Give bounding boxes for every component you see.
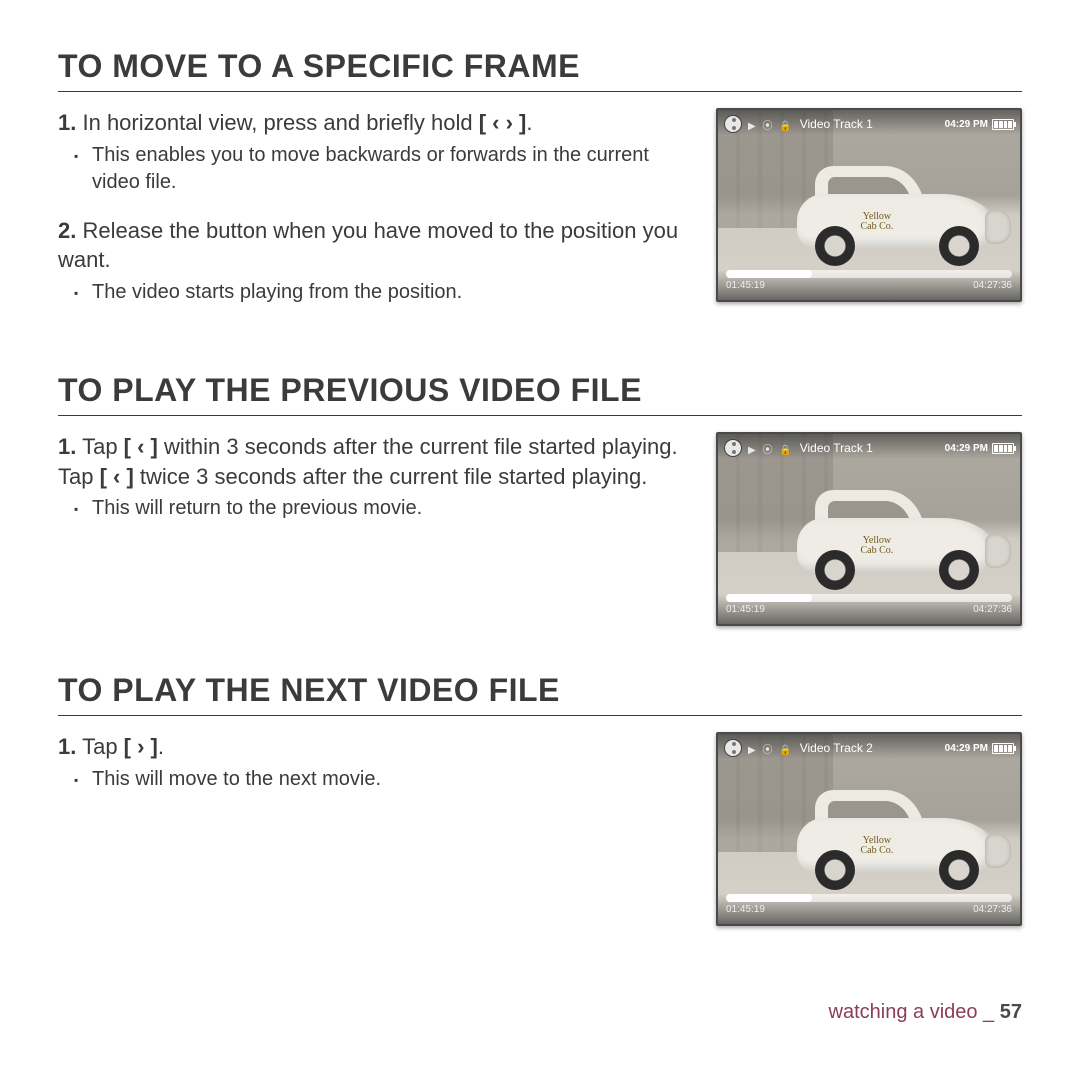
- heading-rule: [58, 415, 1022, 416]
- step-number: 1.: [58, 110, 76, 135]
- step-1: 1. Tap [ ‹ ] within 3 seconds after the …: [58, 432, 698, 491]
- heading-prev-video: TO PLAY THE PREVIOUS VIDEO FILE: [58, 372, 1022, 409]
- manual-page: TO MOVE TO A SPECIFIC FRAME 1. In horizo…: [0, 0, 1080, 1012]
- section-body: 1. Tap [ › ]. This will move to the next…: [58, 732, 1022, 926]
- page-footer: watching a video _ 57: [829, 1001, 1022, 1024]
- section-prev-video: TO PLAY THE PREVIOUS VIDEO FILE 1. Tap […: [58, 372, 1022, 626]
- button-glyph: [ ‹ ]: [124, 434, 158, 459]
- step-text-after: within 3 seconds after the current file …: [158, 434, 678, 459]
- clock-time: 04:29 PM: [945, 443, 988, 454]
- step-number: 2.: [58, 218, 76, 243]
- film-reel-icon: [724, 115, 742, 133]
- battery-icon: [992, 443, 1014, 454]
- step-text-line2: Tap: [58, 464, 100, 489]
- text-column: 1. In horizontal view, press and briefly…: [58, 108, 716, 326]
- screenshot-thumb: YellowCab Co. ▶ ⦿ 🔒 Video Track 1 04:29 …: [716, 432, 1022, 626]
- sub-bullet: This enables you to move backwards or fo…: [92, 142, 698, 196]
- thumb-header: ▶ ⦿ 🔒 Video Track 1 04:29 PM: [718, 110, 1020, 138]
- battery-icon: [992, 743, 1014, 754]
- total-time: 04:27:36: [973, 904, 1012, 915]
- section-next-video: TO PLAY THE NEXT VIDEO FILE 1. Tap [ › ]…: [58, 672, 1022, 926]
- film-reel-icon: [724, 439, 742, 457]
- elapsed-time: 01:45:19: [726, 904, 765, 915]
- step-number: 1.: [58, 734, 76, 759]
- section-body: 1. In horizontal view, press and briefly…: [58, 108, 1022, 326]
- progress-bar: [726, 894, 1012, 902]
- thumb-header: ▶ ⦿ 🔒 Video Track 1 04:29 PM: [718, 434, 1020, 462]
- step-text-line2-after: twice 3 seconds after the current file s…: [134, 464, 648, 489]
- thumb-footer: 01:45:19 04:27:36: [718, 594, 1020, 624]
- total-time: 04:27:36: [973, 604, 1012, 615]
- screenshot-thumb: YellowCab Co. ▶ ⦿ 🔒 Video Track 2 04:29 …: [716, 732, 1022, 926]
- step-text: Tap: [82, 734, 124, 759]
- clock-time: 04:29 PM: [945, 743, 988, 754]
- heading-rule: [58, 91, 1022, 92]
- step-text: Tap: [82, 434, 124, 459]
- car-shape: YellowCab Co.: [797, 790, 1007, 890]
- car-shape: YellowCab Co.: [797, 166, 1007, 266]
- footer-label: watching a video _: [829, 1001, 1000, 1023]
- screenshot-thumb: YellowCab Co. ▶ ⦿ 🔒 Video Track 1 04:29 …: [716, 108, 1022, 302]
- video-title: Video Track 1: [800, 117, 873, 131]
- section-move-frame: TO MOVE TO A SPECIFIC FRAME 1. In horizo…: [58, 48, 1022, 326]
- step-2: 2. Release the button when you have move…: [58, 216, 698, 275]
- battery-icon: [992, 119, 1014, 130]
- text-column: 1. Tap [ ‹ ] within 3 seconds after the …: [58, 432, 716, 542]
- clock-time: 04:29 PM: [945, 119, 988, 130]
- film-reel-icon: [724, 739, 742, 757]
- sub-bullet: This will return to the previous movie.: [92, 495, 698, 522]
- video-title: Video Track 2: [800, 741, 873, 755]
- page-number: 57: [1000, 1001, 1022, 1023]
- video-title: Video Track 1: [800, 441, 873, 455]
- thumb-header: ▶ ⦿ 🔒 Video Track 2 04:29 PM: [718, 734, 1020, 762]
- car-shape: YellowCab Co.: [797, 490, 1007, 590]
- total-time: 04:27:36: [973, 280, 1012, 291]
- sub-bullet: This will move to the next movie.: [92, 766, 698, 793]
- step-1: 1. Tap [ › ].: [58, 732, 698, 762]
- elapsed-time: 01:45:19: [726, 604, 765, 615]
- thumb-footer: 01:45:19 04:27:36: [718, 894, 1020, 924]
- sub-bullet: The video starts playing from the positi…: [92, 279, 698, 306]
- button-glyph: [ ‹ › ]: [479, 110, 527, 135]
- button-glyph: [ ‹ ]: [100, 464, 134, 489]
- progress-bar: [726, 594, 1012, 602]
- status-icons: ▶ ⦿ 🔒: [748, 741, 794, 756]
- heading-move-frame: TO MOVE TO A SPECIFIC FRAME: [58, 48, 1022, 85]
- step-text: Release the button when you have moved t…: [58, 218, 678, 273]
- step-1: 1. In horizontal view, press and briefly…: [58, 108, 698, 138]
- thumb-footer: 01:45:19 04:27:36: [718, 270, 1020, 300]
- status-icons: ▶ ⦿ 🔒: [748, 117, 794, 132]
- heading-rule: [58, 715, 1022, 716]
- step-text: In horizontal view, press and briefly ho…: [82, 110, 478, 135]
- elapsed-time: 01:45:19: [726, 280, 765, 291]
- step-number: 1.: [58, 434, 76, 459]
- button-glyph: [ › ]: [124, 734, 158, 759]
- progress-bar: [726, 270, 1012, 278]
- status-icons: ▶ ⦿ 🔒: [748, 441, 794, 456]
- text-column: 1. Tap [ › ]. This will move to the next…: [58, 732, 716, 813]
- step-text-after: .: [526, 110, 532, 135]
- step-text-after: .: [158, 734, 164, 759]
- heading-next-video: TO PLAY THE NEXT VIDEO FILE: [58, 672, 1022, 709]
- section-body: 1. Tap [ ‹ ] within 3 seconds after the …: [58, 432, 1022, 626]
